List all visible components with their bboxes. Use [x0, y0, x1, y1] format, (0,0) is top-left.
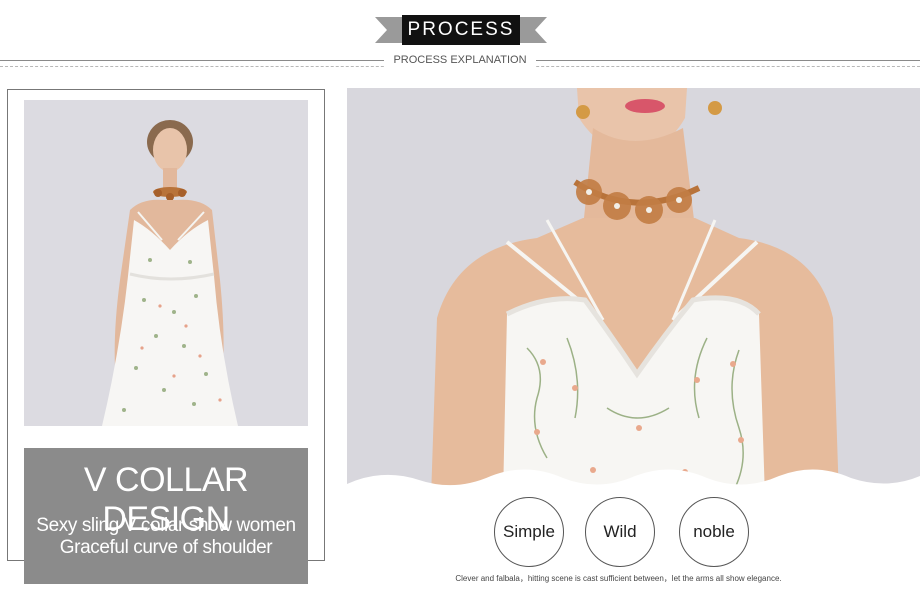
caption-line-2: Graceful curve of shoulder [59, 537, 273, 558]
ribbon-right-icon [517, 17, 547, 43]
closeup-neckline-photo [347, 88, 920, 498]
section-subtitle: PROCESS EXPLANATION [384, 52, 536, 68]
full-length-model-photo [24, 100, 308, 426]
description-footnote: Clever and falbala，hitting scene is cast… [455, 574, 782, 583]
caption-line-1: Sexy sling V collar show women [36, 515, 296, 536]
section-header: PROCESS PROCESS EXPLANATION [0, 0, 920, 80]
badge-noble: noble [679, 497, 749, 567]
title-banner: PROCESS [375, 15, 547, 45]
section-title: PROCESS [402, 15, 520, 45]
ribbon-left-icon [375, 17, 405, 43]
badge-wild: Wild [585, 497, 655, 567]
design-caption: V COLLAR DESIGN Sexy sling V collar show… [24, 448, 308, 584]
badge-simple: Simple [494, 497, 564, 567]
